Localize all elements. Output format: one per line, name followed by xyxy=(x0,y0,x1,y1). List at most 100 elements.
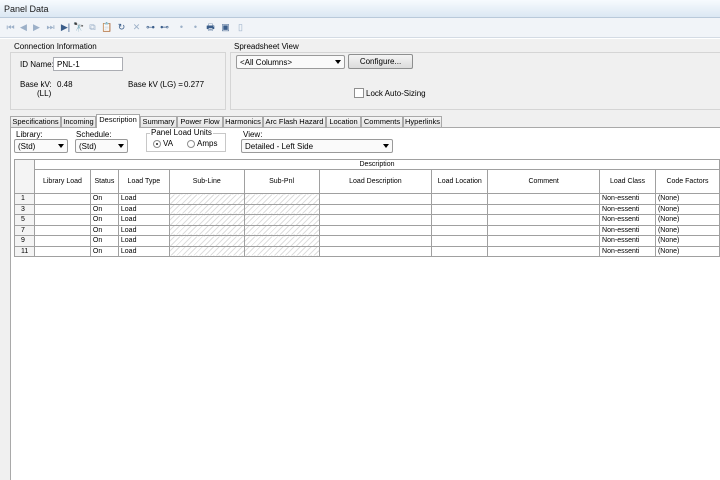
tab-location[interactable]: Location xyxy=(326,116,361,127)
cell-load-location[interactable] xyxy=(431,214,489,226)
last-record-end-icon[interactable]: ▶| xyxy=(60,22,71,33)
cell-code-factors[interactable]: (None) xyxy=(654,193,720,205)
next-record-icon[interactable]: ▶ xyxy=(31,22,42,33)
cell-comment[interactable] xyxy=(487,203,601,215)
cell-status[interactable]: On xyxy=(89,235,119,247)
print-icon[interactable]: 🖶 xyxy=(205,22,216,33)
cell-load-type[interactable]: Load xyxy=(117,224,170,236)
cell-load-class[interactable]: Non-essenti xyxy=(599,245,656,257)
cell-sub-line[interactable] xyxy=(168,224,245,236)
table-row[interactable]: 3 On Load Non-essenti (None) xyxy=(14,203,720,215)
cell-load-location[interactable] xyxy=(431,203,489,215)
cell-library-load[interactable] xyxy=(33,224,91,236)
cell-status[interactable]: On xyxy=(89,245,119,257)
cell-library-load[interactable] xyxy=(33,245,91,257)
col-comment[interactable]: Comment xyxy=(487,169,601,194)
col-sub-pnl[interactable]: Sub-Pnl xyxy=(243,169,320,194)
col-load-location[interactable]: Load Location xyxy=(431,169,489,194)
cell-load-type[interactable]: Load xyxy=(117,214,170,226)
tab-hyperlinks[interactable]: Hyperlinks xyxy=(403,116,442,127)
cell-load-location[interactable] xyxy=(431,235,489,247)
col-load-description[interactable]: Load Description xyxy=(318,169,433,194)
cell-sub-line[interactable] xyxy=(168,203,245,215)
insert-row-icon[interactable]: ⊶ xyxy=(145,22,156,33)
tab-specifications[interactable]: Specifications xyxy=(10,116,61,127)
cell-load-description[interactable] xyxy=(318,235,433,247)
delete-row-icon[interactable]: ⊷ xyxy=(159,22,170,33)
undo-icon[interactable]: ↻ xyxy=(116,22,127,33)
id-name-input[interactable]: PNL-1 xyxy=(53,57,123,71)
cell-comment[interactable] xyxy=(487,224,601,236)
cell-status[interactable]: On xyxy=(89,224,119,236)
cell-load-type[interactable]: Load xyxy=(117,193,170,205)
cell-load-location[interactable] xyxy=(431,245,489,257)
move-up-icon[interactable]: • xyxy=(176,22,187,33)
table-row[interactable]: 1 On Load Non-essenti (None) xyxy=(14,193,720,205)
cell-load-description[interactable] xyxy=(318,224,433,236)
cell-load-description[interactable] xyxy=(318,193,433,205)
cell-code-factors[interactable]: (None) xyxy=(654,245,720,257)
cell-load-type[interactable]: Load xyxy=(117,235,170,247)
col-code-factors[interactable]: Code Factors xyxy=(654,169,720,194)
col-sub-line[interactable]: Sub-Line xyxy=(168,169,245,194)
cell-library-load[interactable] xyxy=(33,203,91,215)
cell-sub-line[interactable] xyxy=(168,214,245,226)
cell-sub-pnl[interactable] xyxy=(243,203,320,215)
unit-amps-radio[interactable] xyxy=(187,140,195,148)
cell-load-type[interactable]: Load xyxy=(117,203,170,215)
cell-sub-pnl[interactable] xyxy=(243,224,320,236)
delete-icon[interactable]: ✕ xyxy=(131,22,142,33)
first-record-icon[interactable]: ⏮ xyxy=(5,22,16,33)
move-down-icon[interactable]: • xyxy=(190,22,201,33)
table-row[interactable]: 11 On Load Non-essenti (None) xyxy=(14,245,720,257)
cell-sub-pnl[interactable] xyxy=(243,193,320,205)
lock-auto-sizing-checkbox[interactable] xyxy=(354,88,364,98)
cell-load-description[interactable] xyxy=(318,214,433,226)
cell-load-type[interactable]: Load xyxy=(117,245,170,257)
cell-code-factors[interactable]: (None) xyxy=(654,203,720,215)
cell-status[interactable]: On xyxy=(89,203,119,215)
cell-load-description[interactable] xyxy=(318,245,433,257)
cell-load-location[interactable] xyxy=(431,224,489,236)
cell-comment[interactable] xyxy=(487,235,601,247)
cell-code-factors[interactable]: (None) xyxy=(654,224,720,236)
cell-library-load[interactable] xyxy=(33,193,91,205)
cell-load-class[interactable]: Non-essenti xyxy=(599,224,656,236)
cell-status[interactable]: On xyxy=(89,193,119,205)
cell-load-class[interactable]: Non-essenti xyxy=(599,203,656,215)
paste-icon[interactable]: 📋 xyxy=(101,22,112,33)
cell-code-factors[interactable]: (None) xyxy=(654,235,720,247)
table-row[interactable]: 7 On Load Non-essenti (None) xyxy=(14,224,720,236)
cell-load-class[interactable]: Non-essenti xyxy=(599,193,656,205)
col-load-class[interactable]: Load Class xyxy=(599,169,656,194)
cell-library-load[interactable] xyxy=(33,235,91,247)
columns-select[interactable]: <All Columns> xyxy=(236,55,345,69)
cell-load-class[interactable]: Non-essenti xyxy=(599,214,656,226)
view-select[interactable]: Detailed - Left Side xyxy=(241,139,393,153)
cell-sub-pnl[interactable] xyxy=(243,214,320,226)
col-status[interactable]: Status xyxy=(89,169,119,194)
tab-power-flow[interactable]: Power Flow xyxy=(177,116,223,127)
cell-load-location[interactable] xyxy=(431,193,489,205)
cell-comment[interactable] xyxy=(487,193,601,205)
clipboard-icon[interactable]: ▯ xyxy=(235,22,246,33)
cell-code-factors[interactable]: (None) xyxy=(654,214,720,226)
configure-button[interactable]: Configure... xyxy=(348,54,413,69)
col-load-type[interactable]: Load Type xyxy=(117,169,170,194)
basekv-ll-input[interactable]: 0.48 xyxy=(53,77,111,91)
library-select[interactable]: (Std) xyxy=(14,139,68,153)
table-row[interactable]: 5 On Load Non-essenti (None) xyxy=(14,214,720,226)
cell-library-load[interactable] xyxy=(33,214,91,226)
unit-va-radio[interactable] xyxy=(153,140,161,148)
tab-arc-flash-hazard[interactable]: Arc Flash Hazard xyxy=(263,116,326,127)
cell-sub-pnl[interactable] xyxy=(243,235,320,247)
cell-status[interactable]: On xyxy=(89,214,119,226)
cell-sub-line[interactable] xyxy=(168,193,245,205)
tab-incoming[interactable]: Incoming xyxy=(61,116,96,127)
cell-sub-line[interactable] xyxy=(168,235,245,247)
tab-comments[interactable]: Comments xyxy=(361,116,403,127)
last-record-icon[interactable]: ⏭ xyxy=(45,22,56,33)
cell-sub-pnl[interactable] xyxy=(243,245,320,257)
tab-harmonics[interactable]: Harmonics xyxy=(223,116,263,127)
cell-comment[interactable] xyxy=(487,214,601,226)
